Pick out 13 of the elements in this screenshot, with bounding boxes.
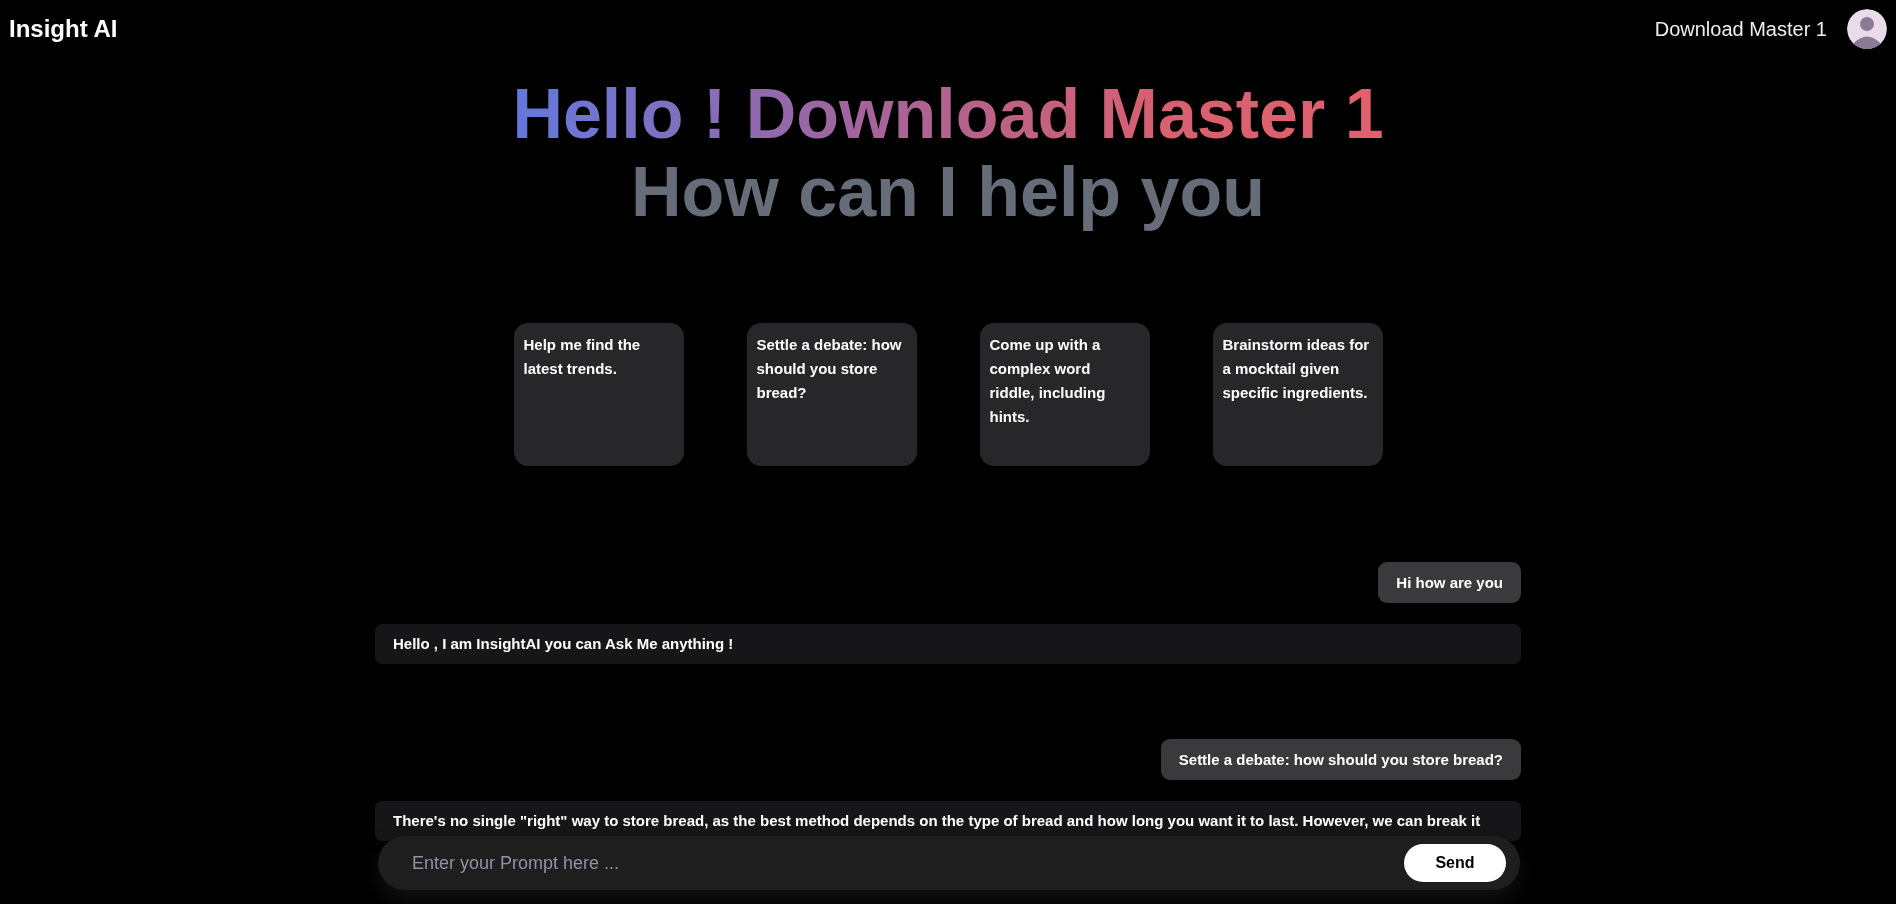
- subtitle-heading: How can I help you: [631, 153, 1265, 231]
- prompt-field[interactable]: Enter your Prompt here ... Send: [378, 836, 1520, 890]
- user-message: Hi how are you: [1378, 562, 1521, 603]
- avatar-icon[interactable]: [1847, 9, 1887, 49]
- suggestion-card[interactable]: Come up with a complex word riddle, including hints.: [979, 323, 1150, 466]
- user-message: Settle a debate: how should you store bread?: [1160, 739, 1521, 780]
- bot-message: Hello , I am InsightAI you can Ask Me anything !: [375, 624, 1521, 664]
- user-name: Download Master 1: [1654, 17, 1827, 41]
- suggestion-card[interactable]: Settle a debate: how should you store bread?: [746, 323, 917, 466]
- suggestion-card[interactable]: Help me find the latest trends.: [513, 323, 684, 466]
- suggestion-card[interactable]: Brainstorm ideas for a mocktail given specific ingredients.: [1212, 323, 1383, 466]
- app-title: Insight AI: [9, 15, 118, 43]
- send-button[interactable]: Send: [1404, 844, 1506, 882]
